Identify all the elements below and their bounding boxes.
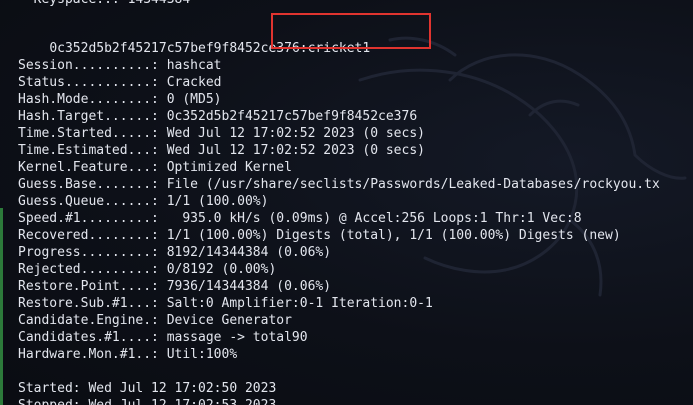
- status-row-hardware-mon: Hardware.Mon.#1..: Util:100%: [18, 347, 238, 362]
- status-row-rejected: Rejected.........: 0/8192 (0.00%): [18, 262, 277, 277]
- status-row-status: Status...........: Cracked: [18, 75, 222, 90]
- status-row-candidate-engine: Candidate.Engine.: Device Generator: [18, 313, 292, 328]
- status-row-restore-point: Restore.Point....: 7936/14344384 (0.06%): [18, 279, 332, 294]
- status-row-hash-mode: Hash.Mode........: 0 (MD5): [18, 92, 222, 107]
- keyspace-partial-line: Keyspace..: 14344384: [18, 0, 191, 8]
- password-highlight-box: [271, 13, 431, 49]
- status-row-candidates: Candidates.#1....: massage -> total90: [18, 330, 308, 345]
- stopped-line: Stopped: Wed Jul 12 17:02:53 2023: [18, 397, 276, 405]
- status-row-speed: Speed.#1.........: 935.0 kH/s (0.09ms) @…: [18, 211, 582, 226]
- status-row-time-estimated: Time.Estimated...: Wed Jul 12 17:02:52 2…: [18, 143, 425, 158]
- terminal-window[interactable]: Keyspace..: 14344384 0c352d5b2f45217c57b…: [0, 0, 693, 405]
- window-edge-strip: [0, 208, 3, 405]
- status-row-restore-sub: Restore.Sub.#1...: Salt:0 Amplifier:0-1 …: [18, 296, 433, 311]
- status-row-time-started: Time.Started.....: Wed Jul 12 17:02:52 2…: [18, 126, 425, 141]
- cracked-hash: 0c352d5b2f45217c57bef9f8452ce376: [49, 41, 300, 56]
- status-row-recovered: Recovered........: 1/1 (100.00%) Digests…: [18, 228, 621, 243]
- status-row-hash-target: Hash.Target......: 0c352d5b2f45217c57bef…: [18, 109, 418, 124]
- started-line: Started: Wed Jul 12 17:02:50 2023: [18, 381, 277, 396]
- status-row-session: Session..........: hashcat: [18, 58, 222, 73]
- status-row-kernel-feature: Kernel.Feature...: Optimized Kernel: [18, 160, 292, 175]
- status-row-progress: Progress.........: 8192/14344384 (0.06%): [18, 245, 332, 260]
- status-row-guess-queue: Guess.Queue......: 1/1 (100.00%): [18, 194, 269, 209]
- status-row-guess-base: Guess.Base.......: File (/usr/share/secl…: [18, 177, 660, 192]
- hashcat-status-block: Session..........: hashcat Status.......…: [18, 57, 660, 363]
